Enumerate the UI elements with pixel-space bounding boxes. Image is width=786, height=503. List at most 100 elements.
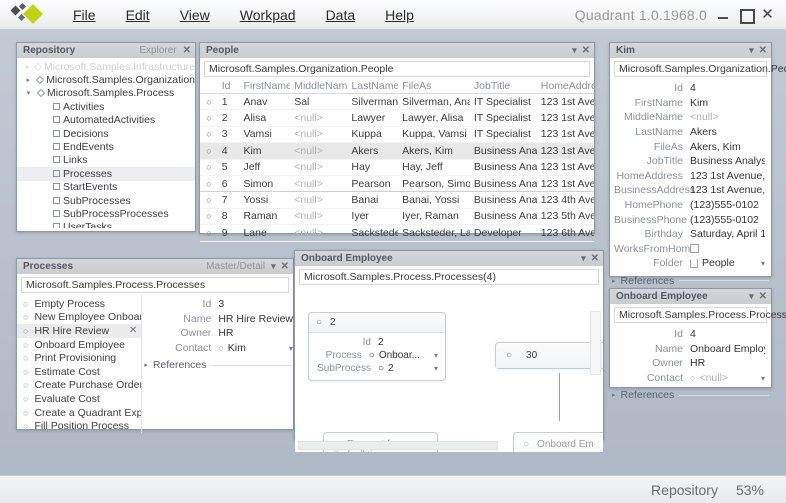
list-item[interactable]: ○ Create a Quadrant Exp... bbox=[17, 406, 141, 420]
table-cell[interactable]: Business Analyst bbox=[470, 178, 537, 190]
table-cell[interactable]: 123 1st Aven bbox=[537, 128, 594, 140]
table-row[interactable]: ○ 8 Raman <null> Iyer Iyer, Raman Business Ana… bbox=[200, 209, 594, 226]
form-field-value[interactable]: 123 1st Avenue, Seattl... bbox=[690, 184, 765, 196]
row-select-ring-icon[interactable]: ○ bbox=[200, 146, 218, 156]
form-field-value[interactable]: 3 bbox=[218, 298, 293, 310]
people-close-icon[interactable]: ✕ bbox=[581, 45, 590, 56]
table-cell[interactable]: 8 bbox=[218, 210, 240, 222]
processes-references-expand-icon[interactable]: ▸ bbox=[144, 361, 148, 369]
table-cell[interactable]: <null> bbox=[290, 227, 347, 239]
form-field-value[interactable]: 123 1st Avenue, Seattl... bbox=[690, 170, 765, 182]
onboard-caret-down-icon[interactable]: ▾ bbox=[748, 291, 758, 302]
maximize-button[interactable] bbox=[739, 8, 755, 24]
row-select-ring-icon[interactable]: ○ bbox=[200, 195, 218, 205]
table-cell[interactable]: 3 bbox=[218, 128, 240, 140]
repository-tree-item[interactable]: Activities bbox=[17, 100, 195, 113]
table-cell[interactable]: Business Analyst bbox=[470, 210, 537, 222]
table-cell[interactable]: Lawyer bbox=[347, 112, 398, 124]
repository-close-icon[interactable]: ✕ bbox=[182, 45, 191, 56]
table-cell[interactable]: Kim bbox=[239, 145, 290, 157]
form-field-value[interactable]: (123)555-0102 bbox=[690, 199, 765, 211]
table-cell[interactable]: 123 1st Aven bbox=[537, 112, 594, 124]
repository-tree-item[interactable]: UserTasks bbox=[17, 221, 195, 228]
table-cell[interactable]: Kuppa, Vamsi bbox=[398, 128, 470, 140]
table-cell[interactable]: 7 bbox=[218, 194, 240, 206]
table-cell[interactable]: Pearson, Simon bbox=[398, 178, 470, 190]
table-row[interactable]: ○9Lane<null>SackstederSacksteder, LaneDe… bbox=[200, 225, 594, 242]
table-cell[interactable]: 123 1st Aven bbox=[537, 178, 594, 190]
list-item[interactable]: ○ HR Hire Review ✕ bbox=[17, 324, 142, 338]
table-cell[interactable]: <null> bbox=[290, 161, 347, 173]
repository-tree-item[interactable]: Processes bbox=[17, 167, 195, 181]
onboard-references-section[interactable]: ▸ References bbox=[610, 385, 771, 401]
people-path-field[interactable]: Microsoft.Samples.Organization.People bbox=[204, 61, 590, 77]
people-column-header[interactable]: LastName bbox=[347, 80, 398, 92]
table-cell[interactable]: Developer bbox=[470, 227, 537, 239]
table-cell[interactable]: Silverman bbox=[347, 96, 398, 108]
people-column-header[interactable]: FirstName bbox=[239, 80, 290, 92]
table-row[interactable]: ○ 7 Yossi <null> Banai Banai, Yossi Business A… bbox=[200, 192, 594, 209]
table-cell[interactable]: Akers, Kim bbox=[398, 145, 470, 157]
menu-item-workpad[interactable]: Workpad bbox=[227, 4, 309, 26]
list-item[interactable]: ○ Fill Position Process bbox=[17, 419, 141, 433]
table-cell[interactable]: <null> bbox=[290, 145, 347, 157]
table-row[interactable]: ○4Kim<null>AkersAkers, KimBusiness Analy… bbox=[200, 143, 594, 160]
form-field-value[interactable]: <null> bbox=[690, 111, 765, 123]
close-button[interactable]: ✕ bbox=[761, 7, 774, 22]
processes-detail-form[interactable]: Id 3 Name HR Hire Review Owner HR Contact ○ Kim ▾ bbox=[142, 297, 293, 355]
diagram-canvas[interactable]: ○ 2 Id 2 Process ○ Onboar... ▾ SubProces… bbox=[295, 287, 603, 452]
repository-tree-item[interactable]: Decisions bbox=[17, 127, 195, 140]
table-cell[interactable]: Lawyer, Alisa bbox=[398, 112, 470, 124]
menu-item-data[interactable]: Data bbox=[313, 4, 369, 26]
list-item[interactable]: ○ Onboard Employee bbox=[17, 338, 141, 352]
collapsed-arrow-icon[interactable]: ▸ bbox=[23, 76, 34, 84]
form-field-value[interactable]: (123)555-0102 bbox=[690, 214, 765, 226]
diagram-node-subprocess[interactable]: ○ 2 Id 2 Process ○ Onboar... ▾ SubProces… bbox=[308, 312, 446, 381]
table-cell[interactable]: Sacksteder bbox=[347, 227, 398, 239]
repository-tree-item[interactable]: EndEvents bbox=[17, 140, 195, 153]
diagram-caret-down-icon[interactable]: ▾ bbox=[580, 253, 590, 264]
table-cell[interactable]: Iyer bbox=[347, 210, 398, 222]
form-field-value[interactable]: HR bbox=[218, 327, 293, 339]
onboard-references-expand-icon[interactable]: ▸ bbox=[612, 391, 616, 399]
form-field-value[interactable]: 4 bbox=[690, 82, 765, 94]
table-cell[interactable]: 123 6th Aven bbox=[537, 227, 594, 239]
menu-item-view[interactable]: View bbox=[167, 4, 223, 26]
form-field-value[interactable]: Onboard Employee bbox=[690, 343, 765, 355]
kim-caret-down-icon[interactable]: ▾ bbox=[748, 45, 758, 56]
table-cell[interactable]: Iyer, Raman bbox=[398, 210, 470, 222]
table-row[interactable]: ○ 2 Alisa <null> Lawyer Lawyer, Alisa IT Speci… bbox=[200, 110, 594, 127]
form-field-value[interactable]: Akers bbox=[690, 126, 765, 138]
processes-master-list[interactable]: ○ Empty Process ○ New Employee Onboar... ○ HR… bbox=[17, 295, 143, 433]
list-item[interactable]: ○ New Employee Onboar... bbox=[17, 311, 141, 325]
repository-tree-item[interactable]: ▸ Microsoft.Samples.Organization bbox=[17, 73, 195, 86]
form-field-value[interactable] bbox=[690, 244, 765, 254]
repository-tree-item[interactable]: Links bbox=[17, 154, 195, 167]
table-cell[interactable]: Raman bbox=[239, 210, 290, 222]
table-cell[interactable]: Business Analyst bbox=[470, 194, 537, 206]
row-select-ring-icon[interactable]: ○ bbox=[200, 162, 218, 172]
table-cell[interactable]: Banai, Yossi bbox=[398, 194, 470, 206]
diagram-node-field-value[interactable]: ○ 2 ▾ bbox=[378, 363, 438, 374]
diagram-horizontal-scrollbar[interactable] bbox=[298, 441, 498, 450]
table-cell[interactable]: 123 5th Aven bbox=[537, 210, 594, 222]
table-cell[interactable]: 123 1st Aven bbox=[537, 145, 594, 157]
list-item[interactable]: ○ Print Provisioning bbox=[17, 351, 141, 365]
repository-tree[interactable]: ▸ Microsoft.Samples.Infrastructure ▸ Micros… bbox=[17, 58, 195, 228]
table-cell[interactable]: 6 bbox=[218, 178, 240, 190]
menu-item-help[interactable]: Help bbox=[372, 4, 427, 26]
table-cell[interactable]: 123 4th Aven bbox=[537, 194, 594, 206]
form-field-value[interactable]: Saturday, April 19, 1969 bbox=[690, 228, 765, 240]
chevron-down-icon[interactable]: ▾ bbox=[424, 351, 438, 360]
row-select-ring-icon[interactable]: ○ bbox=[200, 228, 218, 238]
table-cell[interactable]: IT Specialist bbox=[470, 112, 537, 124]
table-cell[interactable]: <null> bbox=[290, 128, 347, 140]
diagram-node-30[interactable]: ○ 30 bbox=[495, 342, 603, 369]
row-select-ring-icon[interactable]: ○ bbox=[200, 179, 218, 189]
list-item[interactable]: ○ Evaluate Cost bbox=[17, 392, 141, 406]
table-cell[interactable]: Business Analyst bbox=[470, 161, 537, 173]
repository-tree-item[interactable]: ▸ Microsoft.Samples.Infrastructure bbox=[17, 60, 195, 73]
kim-close-icon[interactable]: ✕ bbox=[758, 45, 767, 56]
table-cell[interactable]: <null> bbox=[290, 194, 347, 206]
table-cell[interactable]: Pearson bbox=[347, 178, 398, 190]
